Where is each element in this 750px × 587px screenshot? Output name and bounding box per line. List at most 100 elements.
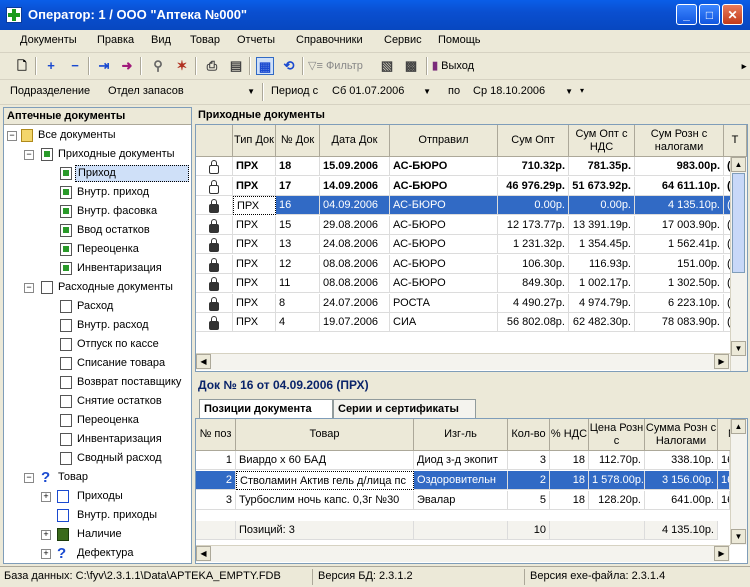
tab-positions[interactable]: Позиции документа <box>199 399 333 418</box>
doc-cell-sender[interactable]: АС-БЮРО <box>390 176 498 196</box>
col-header-date[interactable]: Дата Док <box>320 125 390 157</box>
refresh-icon[interactable]: ⟲ <box>280 57 298 75</box>
menu-edit[interactable]: Правка <box>97 34 134 46</box>
col-header-sum[interactable]: Сумма Розн с Налогами <box>645 419 718 451</box>
scroll-up-icon[interactable]: ▲ <box>731 157 746 172</box>
doc-cell-date[interactable]: 08.08.2006 <box>320 254 390 274</box>
document-settings-icon[interactable]: ▧ <box>378 57 396 75</box>
doc-cell-opt[interactable]: 46 976.29р. <box>498 176 569 196</box>
doc-cell-retail[interactable]: 4 135.10р. <box>635 196 724 215</box>
doc-cell-opt[interactable]: 1 231.32р. <box>498 235 569 254</box>
menu-service[interactable]: Сервис <box>384 34 422 46</box>
position-cell-maker[interactable]: Оздоровительн <box>414 471 508 490</box>
row-lock-cell[interactable] <box>196 293 233 313</box>
position-cell-item[interactable]: Виардо х 60 БАД <box>236 451 414 470</box>
col-header-extra[interactable]: Т <box>724 125 747 157</box>
col-header-price[interactable]: Цена Розн с <box>589 419 645 451</box>
row-lock-cell[interactable] <box>196 196 233 215</box>
add-icon[interactable]: + <box>42 57 60 75</box>
menu-reports[interactable]: Отчеты <box>237 34 275 46</box>
doc-cell-retail[interactable]: 151.00р. <box>635 254 724 274</box>
doc-cell-opt_nds[interactable]: 0.00р. <box>569 196 635 215</box>
row-lock-cell[interactable] <box>196 235 233 254</box>
doc-cell-num[interactable]: 18 <box>276 157 320 176</box>
doc-cell-opt_nds[interactable]: 116.93р. <box>569 254 635 274</box>
doc-cell-date[interactable]: 29.08.2006 <box>320 215 390 235</box>
position-cell-nds[interactable]: 18 <box>550 491 589 510</box>
find-icon[interactable]: ⚲ <box>149 57 167 75</box>
doc-cell-opt[interactable]: 56 802.08р. <box>498 313 569 332</box>
doc-cell-num[interactable]: 4 <box>276 313 320 332</box>
positions-horizontal-scrollbar[interactable]: ◀ ▶ <box>196 545 730 562</box>
doc-cell-opt[interactable]: 4 490.27р. <box>498 293 569 313</box>
doc-cell-num[interactable]: 13 <box>276 235 320 254</box>
collapse-icon[interactable]: − <box>24 473 34 483</box>
filter-button[interactable]: ▽≡ Фильтр <box>308 57 368 75</box>
doc-cell-opt_nds[interactable]: 4 974.79р. <box>569 293 635 313</box>
doc-cell-retail[interactable]: 983.00р. <box>635 157 724 176</box>
doc-cell-sender[interactable]: АС-БЮРО <box>390 254 498 274</box>
doc-cell-retail[interactable]: 1 562.41р. <box>635 235 724 254</box>
col-header-vat[interactable]: % НДС <box>550 419 589 451</box>
position-cell-price[interactable]: 112.70р. <box>589 451 645 470</box>
menu-goods[interactable]: Товар <box>190 34 220 46</box>
doc-cell-type[interactable]: ПРХ <box>233 254 276 274</box>
maximize-button[interactable]: □ <box>699 4 720 25</box>
scroll-down-icon[interactable]: ▼ <box>731 341 746 356</box>
exit-button[interactable]: ▮ Выход <box>432 57 492 75</box>
minimize-button[interactable]: _ <box>676 4 697 25</box>
doc-cell-date[interactable]: 24.08.2006 <box>320 235 390 254</box>
row-lock-cell[interactable] <box>196 176 233 196</box>
scroll-down-icon[interactable]: ▼ <box>731 529 746 544</box>
expand-icon[interactable]: + <box>41 549 51 559</box>
position-cell-maker[interactable]: Эвалар <box>414 491 508 510</box>
doc-cell-opt_nds[interactable]: 62 482.30р. <box>569 313 635 332</box>
doc-cell-date[interactable]: 14.09.2006 <box>320 176 390 196</box>
position-cell-pos[interactable]: 3 <box>196 491 236 510</box>
position-cell-price[interactable]: 128.20р. <box>589 491 645 510</box>
preview-icon[interactable]: ▤ <box>227 57 245 75</box>
scroll-left-icon[interactable]: ◀ <box>196 354 211 369</box>
position-cell-maker[interactable]: Диод з-д экопит <box>414 451 508 470</box>
doc-cell-date[interactable]: 15.09.2006 <box>320 157 390 176</box>
doc-cell-sender[interactable]: АС-БЮРО <box>390 196 498 215</box>
positions-vertical-scrollbar[interactable]: ▲ ▼ <box>730 419 747 545</box>
doc-cell-date[interactable]: 19.07.2006 <box>320 313 390 332</box>
doc-cell-opt[interactable]: 849.30р. <box>498 274 569 293</box>
doc-cell-num[interactable]: 11 <box>276 274 320 293</box>
doc-cell-opt_nds[interactable]: 13 391.19р. <box>569 215 635 235</box>
menu-references[interactable]: Справочники <box>296 34 363 46</box>
col-header-sender[interactable]: Отправил <box>390 125 498 157</box>
position-cell-nds[interactable]: 18 <box>550 451 589 470</box>
period-from-picker[interactable]: Сб 01.07.2006 ▼ <box>329 83 433 100</box>
doc-cell-num[interactable]: 16 <box>276 196 320 215</box>
new-document-icon[interactable]: 🗋 <box>13 57 31 75</box>
position-cell-item[interactable]: Турбослим ночь капс. 0,3г №30 <box>236 491 414 510</box>
position-cell-sum[interactable]: 338.10р. <box>645 451 718 470</box>
toolbar-overflow-icon[interactable]: ▸ <box>735 57 750 75</box>
doc-cell-sender[interactable]: АС-БЮРО <box>390 215 498 235</box>
doc-cell-sender[interactable]: АС-БЮРО <box>390 274 498 293</box>
doc-cell-num[interactable]: 8 <box>276 293 320 313</box>
doc-cell-type[interactable]: ПРХ <box>233 176 276 196</box>
expand-icon[interactable]: + <box>41 492 51 502</box>
doc-cell-opt_nds[interactable]: 51 673.92р. <box>569 176 635 196</box>
doc-cell-type[interactable]: ПРХ <box>233 274 276 293</box>
doc-cell-opt_nds[interactable]: 1 354.45р. <box>569 235 635 254</box>
doc-cell-type[interactable]: ПРХ <box>233 235 276 254</box>
position-cell-qty[interactable]: 2 <box>508 471 550 490</box>
tab-series-certificates[interactable]: Серии и сертификаты <box>333 399 476 418</box>
doc-cell-date[interactable]: 24.07.2006 <box>320 293 390 313</box>
row-lock-cell[interactable] <box>196 254 233 274</box>
doc-cell-opt[interactable]: 710.32р. <box>498 157 569 176</box>
col-header-maker[interactable]: Изг-ль <box>414 419 508 451</box>
scroll-right-icon[interactable]: ▶ <box>714 546 729 561</box>
grid-view-icon[interactable]: ▦ <box>256 57 274 75</box>
position-cell-pos[interactable]: 1 <box>196 451 236 470</box>
doc-cell-opt[interactable]: 106.30р. <box>498 254 569 274</box>
row-lock-cell[interactable] <box>196 274 233 293</box>
calculator-icon[interactable]: ▩ <box>402 57 420 75</box>
documents-vertical-scrollbar[interactable]: ▲ ▼ <box>730 157 747 371</box>
doc-cell-num[interactable]: 17 <box>276 176 320 196</box>
doc-cell-sender[interactable]: АС-БЮРО <box>390 157 498 176</box>
